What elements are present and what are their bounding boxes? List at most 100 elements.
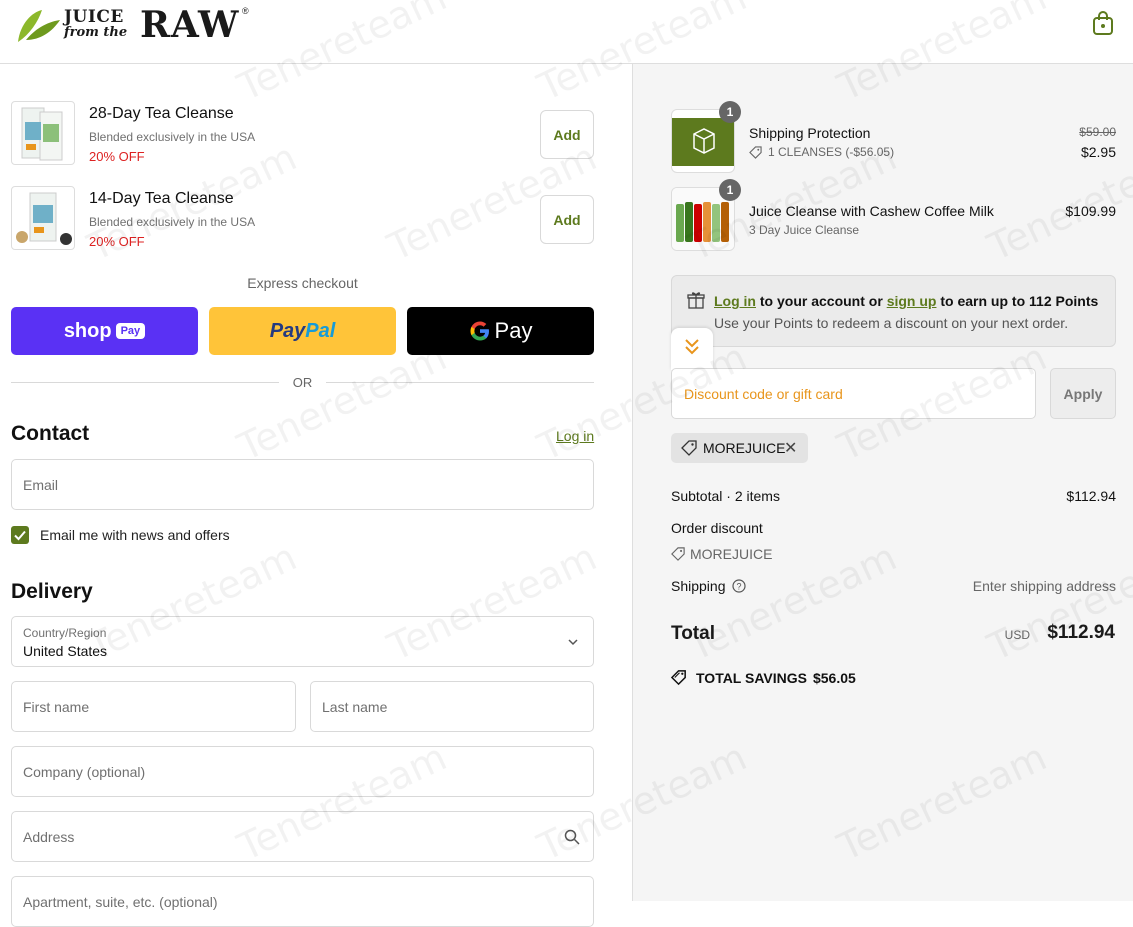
help-icon[interactable]: ? — [732, 579, 746, 593]
header: JUICE from the RAW ® — [0, 0, 1133, 64]
newsletter-checkbox[interactable] — [11, 526, 29, 544]
newsletter-label: Email me with news and offers — [40, 527, 230, 543]
email-field[interactable]: Email — [11, 459, 594, 510]
shopping-bag-icon[interactable] — [1091, 10, 1115, 36]
brand-from-the: from the — [64, 25, 128, 40]
upsell-item: 14-Day Tea Cleanse Blended exclusively i… — [11, 186, 594, 252]
savings-label: TOTAL SAVINGS — [696, 669, 807, 686]
item-name: Shipping Protection — [749, 125, 871, 141]
checkout-form: 28-Day Tea Cleanse Blended exclusively i… — [0, 64, 632, 927]
search-icon[interactable] — [564, 829, 580, 845]
item-variant: 3 Day Juice Cleanse — [749, 223, 860, 237]
double-chevron-down-icon — [685, 339, 699, 355]
company-placeholder: Company (optional) — [23, 764, 146, 780]
contact-heading: Contact — [11, 422, 90, 445]
apply-discount-button[interactable]: Apply — [1050, 368, 1116, 419]
address-field[interactable]: Address — [11, 811, 594, 862]
gpay-text: Pay — [494, 318, 533, 343]
item-discount-text: 1 CLEANSES (-$56.05) — [768, 145, 895, 159]
svg-text:?: ? — [736, 582, 741, 592]
brand-juice: JUICE — [64, 7, 124, 27]
currency-code: USD — [1004, 628, 1030, 642]
paypal-logo: PayPal — [269, 319, 336, 342]
upsell-subtitle: Blended exclusively in the USA — [89, 215, 256, 229]
item-price: $2.95 — [1080, 144, 1116, 160]
apartment-placeholder: Apartment, suite, etc. (optional) — [23, 894, 218, 910]
tea-bag-image — [21, 107, 63, 161]
gift-icon — [687, 292, 705, 309]
savings-tag-icon — [671, 670, 686, 686]
leaf-logo-icon — [18, 10, 60, 42]
address-placeholder: Address — [23, 829, 75, 845]
total-value: $112.94 — [1047, 622, 1115, 643]
rewards-tab[interactable] — [671, 328, 713, 370]
brand-logo[interactable]: JUICE from the RAW ® — [12, 4, 249, 46]
savings-value: $56.05 — [812, 669, 856, 686]
add-upsell-button[interactable]: Add — [540, 110, 594, 159]
express-checkout-label: Express checkout — [247, 275, 358, 291]
add-upsell-button[interactable]: Add — [540, 195, 594, 244]
points-login-link[interactable]: Log in — [714, 293, 756, 309]
discount-code-input[interactable]: Discount code or gift card — [671, 368, 1036, 419]
first-name-placeholder: First name — [23, 699, 90, 715]
chevron-down-icon — [568, 639, 578, 646]
item-price: $109.99 — [1065, 203, 1116, 219]
shipping-value: Enter shipping address — [972, 578, 1116, 594]
signup-link[interactable]: sign up — [887, 293, 937, 309]
upsell-name: 28-Day Tea Cleanse — [89, 105, 234, 122]
order-discount-code: MOREJUICE — [690, 546, 773, 562]
order-discount-code-row: MOREJUICE — [671, 546, 1116, 562]
shoppay-text: shop — [63, 319, 112, 342]
item-name: Juice Cleanse with Cashew Coffee Milk — [749, 203, 994, 219]
applied-discount-chip: MOREJUICE ✕ — [671, 433, 808, 463]
company-field[interactable]: Company (optional) — [11, 746, 594, 797]
product-thumbnail — [11, 101, 75, 165]
upsell-discount: 20% OFF — [89, 234, 145, 249]
quantity-badge: 1 — [719, 101, 741, 123]
brand-registered: ® — [242, 6, 249, 16]
google-g-icon — [470, 321, 489, 341]
points-banner: Log in to your account or sign up to ear… — [671, 275, 1116, 347]
country-label: Country/Region — [23, 626, 107, 640]
product-thumbnail — [11, 186, 75, 250]
order-summary: 1 Shipping Protection 1 CLEANSES (-$56.0… — [632, 64, 1133, 901]
or-divider: OR — [11, 373, 594, 393]
line-item: 1 Shipping Protection 1 CLEANSES (-$56.0… — [671, 101, 1116, 173]
checkmark-icon — [14, 530, 26, 541]
order-discount-row: Order discount — [671, 520, 1116, 536]
quantity-badge: 1 — [719, 179, 741, 201]
subtotal-value: $112.94 — [1066, 488, 1116, 504]
last-name-field[interactable]: Last name — [310, 681, 594, 732]
order-discount-label: Order discount — [671, 520, 763, 536]
tag-icon — [681, 440, 697, 456]
shipping-row: Shipping ? Enter shipping address — [671, 578, 1116, 594]
google-pay-button[interactable]: Pay — [407, 307, 594, 355]
subtotal-label: Subtotal · 2 items — [671, 488, 780, 504]
subtotal-row: Subtotal · 2 items $112.94 — [671, 488, 1116, 504]
item-old-price: $59.00 — [1079, 125, 1116, 139]
apartment-field[interactable]: Apartment, suite, etc. (optional) — [11, 876, 594, 927]
tag-icon — [671, 547, 685, 561]
country-select[interactable]: Country/Region United States — [11, 616, 594, 667]
first-name-field[interactable]: First name — [11, 681, 296, 732]
total-savings: TOTAL SAVINGS $56.05 — [671, 669, 856, 686]
tea-bag-image — [16, 192, 72, 245]
shop-pay-button[interactable]: shop Pay — [11, 307, 198, 355]
country-value: United States — [23, 643, 108, 659]
upsell-item: 28-Day Tea Cleanse Blended exclusively i… — [11, 101, 594, 167]
shoppay-badge: Pay — [115, 323, 146, 339]
points-description: Use your Points to redeem a discount on … — [714, 315, 1069, 331]
brand-raw: RAW — [140, 4, 240, 46]
login-link[interactable]: Log in — [556, 428, 594, 444]
tag-icon — [749, 145, 762, 159]
delivery-heading: Delivery — [11, 580, 93, 603]
last-name-placeholder: Last name — [322, 699, 388, 715]
discount-placeholder: Discount code or gift card — [684, 386, 843, 402]
line-item: 1 Juice Cleanse with Cashew Coffee Milk … — [671, 179, 1116, 251]
paypal-button[interactable]: PayPal — [209, 307, 396, 355]
shipping-label: Shipping — [671, 578, 726, 594]
remove-discount-icon[interactable]: ✕ — [784, 438, 797, 458]
upsell-discount: 20% OFF — [89, 149, 145, 164]
points-headline: Log in to your account or sign up to ear… — [714, 293, 1099, 309]
upsell-name: 14-Day Tea Cleanse — [89, 190, 234, 207]
